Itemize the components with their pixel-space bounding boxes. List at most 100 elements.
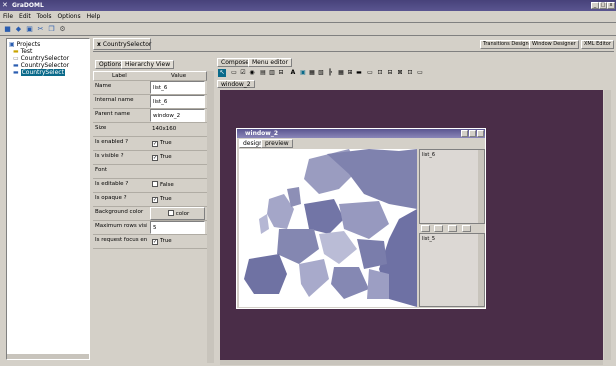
property-checkbox[interactable]: ✓ xyxy=(152,239,158,245)
app-icon: ✕ xyxy=(2,1,8,9)
property-row[interactable]: Parent name window_2 xyxy=(93,109,207,123)
property-value[interactable]: 140x160 xyxy=(150,123,205,136)
property-row[interactable]: Internal name list_6 xyxy=(93,95,207,109)
tree-item[interactable]: ▬ CountrySelector xyxy=(13,62,69,69)
tree-item[interactable]: ▭ CountrySelector xyxy=(13,55,69,62)
maximize-button[interactable]: □ xyxy=(599,2,607,9)
new-project-icon[interactable]: ■ xyxy=(3,25,12,34)
window-designer-button[interactable]: Window Designer xyxy=(529,40,579,49)
property-row[interactable]: Font xyxy=(93,165,207,179)
textarea-tool-icon[interactable]: ▥ xyxy=(268,69,276,77)
property-row[interactable]: Is visible ? ✓ True xyxy=(93,151,207,165)
list-6-scrollbar[interactable] xyxy=(478,150,484,223)
list-5[interactable]: list_5 xyxy=(419,233,485,307)
header-divider xyxy=(93,51,614,52)
resize-handle[interactable] xyxy=(462,225,471,232)
tree-root[interactable]: ▣ Projects xyxy=(9,41,40,48)
resize-handle[interactable] xyxy=(421,225,430,232)
menu-tools[interactable]: Tools xyxy=(34,11,55,22)
menu-file[interactable]: File xyxy=(0,11,16,22)
resize-handle[interactable] xyxy=(434,225,443,232)
label-tool-icon[interactable]: A xyxy=(289,69,297,77)
folder-icon: ▬ xyxy=(13,62,19,69)
image-tool-icon[interactable]: ▣ xyxy=(299,69,307,77)
checkbox-tool-icon[interactable]: ☑ xyxy=(239,69,247,77)
tree-tool-icon[interactable]: ⊞ xyxy=(346,69,354,77)
design-canvas[interactable]: window_2 design preview list_6 list_5 xyxy=(220,90,603,360)
property-value[interactable]: ✓ True xyxy=(150,151,205,164)
property-value[interactable]: 5 xyxy=(150,221,205,234)
tree-item-label: CountrySelect xyxy=(20,69,65,76)
resize-handle[interactable] xyxy=(448,225,457,232)
property-value[interactable]: list_6 xyxy=(150,95,205,108)
button-tool-icon[interactable]: ▭ xyxy=(230,69,238,77)
scroll-tool-icon[interactable]: ▧ xyxy=(317,69,325,77)
property-row[interactable]: Is editable ? False xyxy=(93,179,207,193)
window-tool-icon[interactable]: ▭ xyxy=(366,69,374,77)
property-row[interactable]: Is enabled ? ✓ True xyxy=(93,137,207,151)
split-tool-icon[interactable]: ╠ xyxy=(326,69,334,77)
radio-tool-icon[interactable]: ◉ xyxy=(248,69,256,77)
property-label: Is visible ? xyxy=(95,153,124,159)
tab-preview[interactable]: preview xyxy=(261,139,293,148)
property-row[interactable]: Maximum rows visi...5 xyxy=(93,221,207,235)
property-row[interactable]: Is opaque ? ✓ True xyxy=(93,193,207,207)
slider-tool-icon[interactable]: ▬ xyxy=(355,69,363,77)
tab-window-2[interactable]: window_2 xyxy=(217,80,255,88)
menu-edit[interactable]: Edit xyxy=(16,11,34,22)
property-value[interactable]: ✓ True xyxy=(150,137,205,150)
tab-menu-editor[interactable]: Menu editor xyxy=(248,58,293,67)
open-icon[interactable]: ◆ xyxy=(14,25,23,34)
doc-tab-countryselector[interactable]: x CountrySelector xyxy=(93,38,151,50)
cut-icon[interactable]: ✂ xyxy=(36,25,45,34)
properties-scrollbar[interactable] xyxy=(207,71,214,363)
window-close-button[interactable] xyxy=(477,130,484,137)
window-minimize-button[interactable] xyxy=(461,130,468,137)
list-5-scrollbar[interactable] xyxy=(478,234,484,306)
property-row[interactable]: Size 140x160 xyxy=(93,123,207,137)
combo-tool-icon[interactable]: ⊡ xyxy=(376,69,384,77)
property-checkbox[interactable]: ✓ xyxy=(152,155,158,161)
property-value[interactable]: color xyxy=(150,207,205,220)
table-tool-icon[interactable]: ▦ xyxy=(337,69,345,77)
textfield-tool-icon[interactable]: ▤ xyxy=(259,69,267,77)
close-tab-icon[interactable]: x xyxy=(97,41,101,48)
tab-tool-icon[interactable]: ⊠ xyxy=(396,69,404,77)
canvas-horizontal-scrollbar[interactable] xyxy=(220,360,603,365)
property-value[interactable]: ✓ True xyxy=(150,193,205,206)
dialog-tool-icon[interactable]: ▭ xyxy=(416,69,424,77)
tree-item[interactable]: ▬ Test xyxy=(13,48,32,55)
property-value[interactable]: window_2 xyxy=(150,109,205,122)
property-row[interactable]: Is request focus en... ✓ True xyxy=(93,235,207,249)
property-value[interactable] xyxy=(150,165,205,178)
settings-icon[interactable]: ⚙ xyxy=(58,25,67,34)
property-value[interactable]: ✓ True xyxy=(150,235,205,248)
window-maximize-button[interactable] xyxy=(469,130,476,137)
panel-tool-icon[interactable]: ▦ xyxy=(308,69,316,77)
menu-tool-icon[interactable]: ⊡ xyxy=(406,69,414,77)
selection-handles[interactable] xyxy=(419,225,485,232)
xml-editor-button[interactable]: XML Editor xyxy=(581,40,614,49)
menu-help[interactable]: Help xyxy=(84,11,104,22)
tree-item-selected[interactable]: ▬ CountrySelect xyxy=(13,69,65,76)
tree-hscroll[interactable] xyxy=(7,354,89,359)
pointer-tool-icon[interactable]: ↖ xyxy=(218,69,226,77)
canvas-vertical-scrollbar[interactable] xyxy=(604,90,611,360)
list-tool-icon[interactable]: ⊟ xyxy=(386,69,394,77)
minimize-button[interactable]: _ xyxy=(591,2,599,9)
property-checkbox[interactable] xyxy=(152,181,158,187)
copy-icon[interactable]: ❐ xyxy=(47,25,56,34)
property-checkbox[interactable]: ✓ xyxy=(152,197,158,203)
property-checkbox[interactable]: ✓ xyxy=(152,141,158,147)
property-value[interactable]: list_6 xyxy=(150,81,205,94)
designed-window[interactable]: window_2 design preview list_6 list_5 xyxy=(236,128,486,309)
save-icon[interactable]: ▣ xyxy=(25,25,34,34)
close-button[interactable]: x xyxy=(607,2,615,9)
property-row[interactable]: Background color color xyxy=(93,207,207,221)
list-6[interactable]: list_6 xyxy=(419,149,485,224)
tab-hierarchy-view[interactable]: Hierarchy View xyxy=(121,60,175,69)
spinner-tool-icon[interactable]: ⊟ xyxy=(277,69,285,77)
property-row[interactable]: Name list_6 xyxy=(93,81,207,95)
menu-options[interactable]: Options xyxy=(54,11,83,22)
property-value[interactable]: False xyxy=(150,179,205,192)
